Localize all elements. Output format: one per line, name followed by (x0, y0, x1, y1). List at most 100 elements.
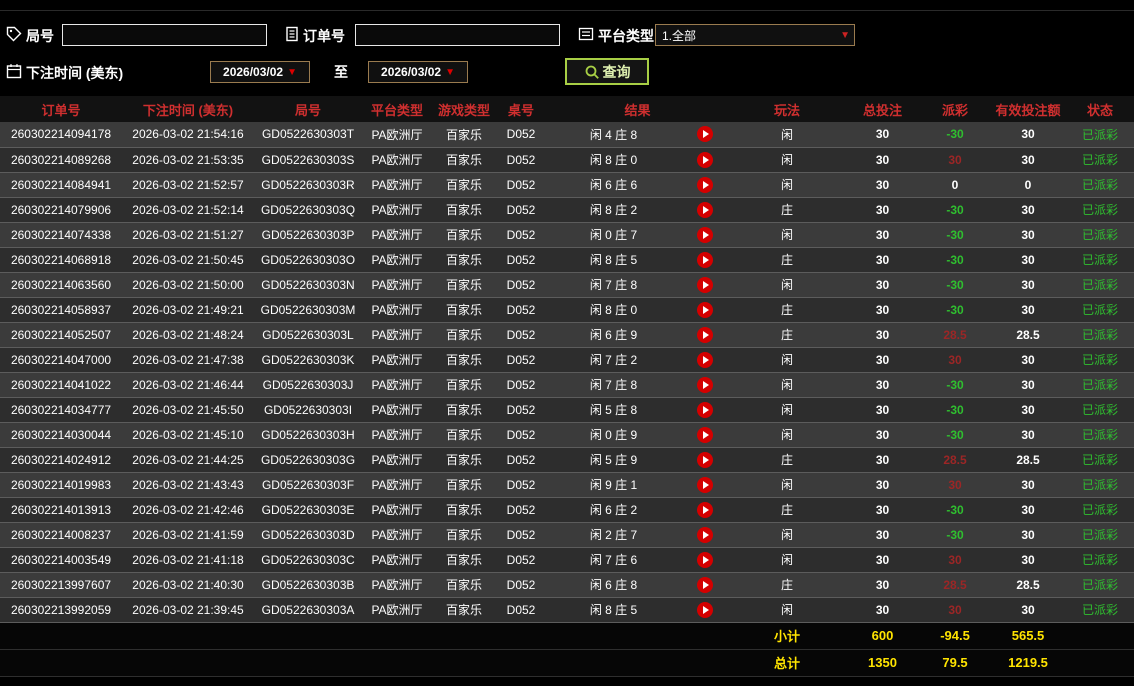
replay-icon[interactable] (697, 401, 713, 418)
replay-cell (681, 397, 730, 423)
header-table-no: 桌号 (496, 96, 546, 122)
game-type-cell: 百家乐 (432, 522, 496, 548)
play-cell: 闲 (729, 372, 846, 398)
payout-cell: -30 (920, 247, 991, 273)
total-bet-cell: 30 (845, 422, 921, 448)
status-cell: 已派彩 (1066, 372, 1134, 398)
subtotal-total-bet: 600 (845, 622, 921, 650)
table-no-cell: D052 (496, 597, 546, 623)
table-row: 260302214074338 2026-03-02 21:51:27 GD05… (0, 222, 1134, 248)
valid-bet-cell: 28.5 (990, 572, 1067, 598)
order-no-cell: 260302214058937 (0, 297, 122, 323)
table-row: 260302214030044 2026-03-02 21:45:10 GD05… (0, 422, 1134, 448)
platform-cell: PA欧洲厅 (362, 497, 432, 523)
chevron-down-icon: ▼ (840, 29, 850, 41)
table-no-cell: D052 (496, 397, 546, 423)
replay-icon[interactable] (697, 176, 713, 193)
replay-icon[interactable] (697, 526, 713, 543)
valid-bet-cell: 30 (990, 222, 1067, 248)
valid-bet-cell: 30 (990, 247, 1067, 273)
order-number-input[interactable] (355, 24, 560, 46)
chevron-down-icon: ▼ (445, 66, 455, 78)
replay-cell (681, 222, 730, 248)
replay-cell (681, 547, 730, 573)
filter-bar: 局号 订单号 平台类型 1.全部 ▼ 下注时间 (美东) 2026/03/02 … (0, 10, 1134, 96)
payout-cell: 30 (920, 597, 991, 623)
order-no-cell: 260302214030044 (0, 422, 122, 448)
date-from-picker[interactable]: 2026/03/02 ▼ (210, 61, 310, 83)
bet-time-cell: 2026-03-02 21:47:38 (122, 347, 254, 373)
replay-icon[interactable] (697, 326, 713, 343)
game-type-cell: 百家乐 (432, 547, 496, 573)
status-cell: 已派彩 (1066, 197, 1134, 223)
to-label: 至 (334, 64, 348, 80)
play-cell: 庄 (729, 247, 846, 273)
result-cell: 闲 7 庄 2 (546, 347, 681, 373)
bet-time-cell: 2026-03-02 21:45:50 (122, 397, 254, 423)
round-no-cell: GD0522630303N (254, 272, 362, 298)
table-row: 260302214024912 2026-03-02 21:44:25 GD05… (0, 447, 1134, 473)
replay-icon[interactable] (697, 276, 713, 293)
platform-cell: PA欧洲厅 (362, 397, 432, 423)
status-cell: 已派彩 (1066, 472, 1134, 498)
result-cell: 闲 5 庄 8 (546, 397, 681, 423)
table-no-cell: D052 (496, 347, 546, 373)
payout-cell: 30 (920, 147, 991, 173)
total-payout: 79.5 (920, 649, 991, 677)
replay-cell (681, 497, 730, 523)
replay-icon[interactable] (697, 201, 713, 218)
order-no-cell: 260302214019983 (0, 472, 122, 498)
game-type-cell: 百家乐 (432, 597, 496, 623)
replay-icon[interactable] (697, 426, 713, 443)
replay-icon[interactable] (697, 301, 713, 318)
header-play: 玩法 (729, 96, 846, 122)
status-cell: 已派彩 (1066, 497, 1134, 523)
header-status: 状态 (1066, 96, 1134, 122)
replay-icon[interactable] (697, 351, 713, 368)
table-no-cell: D052 (496, 572, 546, 598)
replay-icon[interactable] (697, 551, 713, 568)
replay-icon[interactable] (697, 476, 713, 493)
platform-cell: PA欧洲厅 (362, 197, 432, 223)
bet-time-cell: 2026-03-02 21:44:25 (122, 447, 254, 473)
result-cell: 闲 7 庄 8 (546, 372, 681, 398)
replay-icon[interactable] (697, 226, 713, 243)
replay-icon[interactable] (697, 501, 713, 518)
replay-icon[interactable] (697, 601, 713, 618)
status-cell: 已派彩 (1066, 547, 1134, 573)
round-number-label: 局号 (26, 28, 54, 44)
query-button[interactable]: 查询 (565, 58, 649, 85)
table-no-cell: D052 (496, 497, 546, 523)
platform-type-select[interactable]: 1.全部 ▼ (655, 24, 855, 46)
document-icon (284, 26, 300, 42)
table-row: 260302214058937 2026-03-02 21:49:21 GD05… (0, 297, 1134, 323)
platform-cell: PA欧洲厅 (362, 372, 432, 398)
game-type-cell: 百家乐 (432, 472, 496, 498)
result-cell: 闲 8 庄 0 (546, 297, 681, 323)
table-no-cell: D052 (496, 272, 546, 298)
round-no-cell: GD0522630303F (254, 472, 362, 498)
date-to-picker[interactable]: 2026/03/02 ▼ (368, 61, 468, 83)
total-bet-cell: 30 (845, 297, 921, 323)
status-cell: 已派彩 (1066, 422, 1134, 448)
replay-icon[interactable] (697, 251, 713, 268)
subtotal-payout: -94.5 (920, 622, 991, 650)
round-number-input[interactable] (62, 24, 267, 46)
table-no-cell: D052 (496, 297, 546, 323)
replay-icon[interactable] (697, 126, 713, 143)
platform-cell: PA欧洲厅 (362, 522, 432, 548)
platform-cell: PA欧洲厅 (362, 597, 432, 623)
replay-icon[interactable] (697, 151, 713, 168)
result-cell: 闲 8 庄 2 (546, 197, 681, 223)
platform-cell: PA欧洲厅 (362, 547, 432, 573)
bet-time-cell: 2026-03-02 21:41:59 (122, 522, 254, 548)
table-row: 260302214013913 2026-03-02 21:42:46 GD05… (0, 497, 1134, 523)
replay-cell (681, 197, 730, 223)
replay-icon[interactable] (697, 376, 713, 393)
replay-icon[interactable] (697, 451, 713, 468)
game-type-cell: 百家乐 (432, 172, 496, 198)
order-no-cell: 260302214079906 (0, 197, 122, 223)
total-bet-cell: 30 (845, 522, 921, 548)
valid-bet-cell: 30 (990, 472, 1067, 498)
replay-icon[interactable] (697, 576, 713, 593)
